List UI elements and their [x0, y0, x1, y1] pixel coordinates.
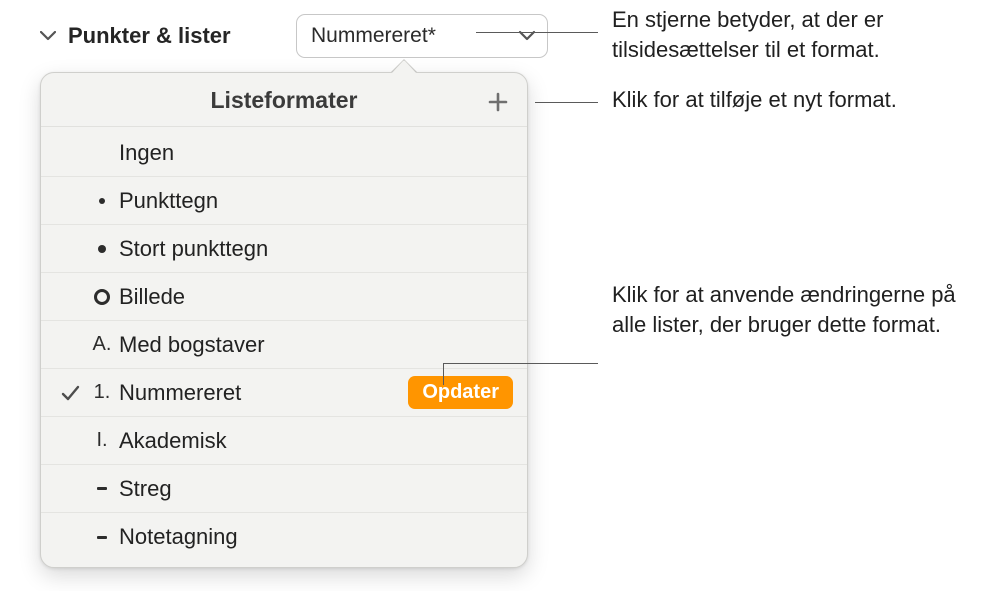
- add-format-button[interactable]: [485, 89, 511, 115]
- row-label: Punkttegn: [119, 188, 513, 214]
- list-formats-list: Ingen Punkttegn Stort punkttegn Billede …: [41, 127, 527, 567]
- callout-add: Klik for at tilføje et nyt format.: [612, 85, 992, 115]
- row-label: Billede: [119, 284, 513, 310]
- list-item[interactable]: Ingen: [41, 129, 527, 177]
- panel-header-row: Punkter & lister Nummereret*: [38, 8, 548, 64]
- row-label: Ingen: [119, 140, 513, 166]
- list-item[interactable]: Streg: [41, 465, 527, 513]
- dash-marker-icon: [85, 487, 119, 490]
- update-button[interactable]: Opdater: [408, 376, 513, 409]
- popover-header: Listeformater: [41, 73, 527, 127]
- dash-marker-icon: [85, 536, 119, 539]
- letter-marker: A.: [85, 333, 119, 356]
- disclosure-down-icon[interactable]: [38, 26, 58, 46]
- popover-title: Listeformater: [211, 87, 358, 114]
- callout-line: [443, 363, 598, 364]
- plus-icon: [487, 91, 509, 113]
- callout-line: [476, 32, 598, 33]
- list-formats-popover: Listeformater Ingen Punkttegn Stort punk…: [40, 72, 528, 568]
- list-item[interactable]: Punkttegn: [41, 177, 527, 225]
- list-item[interactable]: Stort punkttegn: [41, 225, 527, 273]
- row-label: Stort punkttegn: [119, 236, 513, 262]
- section-title: Punkter & lister: [68, 23, 286, 49]
- bullet-large-icon: [85, 245, 119, 253]
- callout-update: Klik for at anvende ændringerne på alle …: [612, 280, 972, 341]
- number-marker: 1.: [85, 381, 119, 404]
- row-label: Akademisk: [119, 428, 513, 454]
- list-item-selected[interactable]: 1. Nummereret Opdater: [41, 369, 527, 417]
- list-item[interactable]: Billede: [41, 273, 527, 321]
- list-style-dropdown[interactable]: Nummereret*: [296, 14, 548, 58]
- list-item[interactable]: A. Med bogstaver: [41, 321, 527, 369]
- callout-asterisk: En stjerne betyder, at der er tilsidesæt…: [612, 5, 982, 66]
- row-label: Med bogstaver: [119, 332, 513, 358]
- row-label: Notetagning: [119, 524, 513, 550]
- bullet-small-icon: [85, 198, 119, 204]
- image-bullet-icon: [85, 289, 119, 305]
- row-label: Streg: [119, 476, 513, 502]
- dropdown-value: Nummereret*: [311, 24, 515, 48]
- checkmark-icon: [55, 383, 85, 403]
- roman-marker: I.: [85, 429, 119, 452]
- list-item[interactable]: Notetagning: [41, 513, 527, 561]
- format-panel: Punkter & lister Nummereret*: [38, 8, 548, 64]
- row-label: Nummereret: [119, 380, 408, 406]
- callout-line: [443, 363, 444, 385]
- list-item[interactable]: I. Akademisk: [41, 417, 527, 465]
- callout-line: [535, 102, 598, 103]
